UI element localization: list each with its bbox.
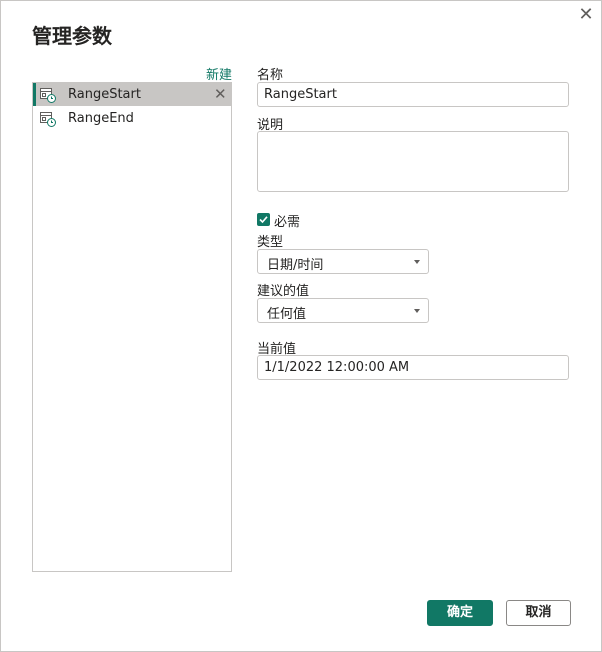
list-item-rangeend[interactable]: RangeEnd bbox=[33, 107, 231, 130]
manage-parameters-dialog: 管理参数 ✕ 新建 RangeStart ✕ RangeEnd 名称 Range… bbox=[0, 0, 602, 652]
type-dropdown[interactable]: 日期/时间 bbox=[257, 249, 429, 274]
parameter-icon bbox=[40, 112, 56, 127]
ok-button[interactable]: 确定 bbox=[427, 600, 493, 626]
current-value-input[interactable]: 1/1/2022 12:00:00 AM bbox=[257, 355, 569, 380]
description-textarea[interactable] bbox=[257, 131, 569, 192]
chevron-down-icon bbox=[414, 309, 420, 313]
name-input[interactable]: RangeStart bbox=[257, 82, 569, 107]
required-label: 必需 bbox=[274, 215, 301, 230]
name-input-value: RangeStart bbox=[264, 87, 337, 102]
suggested-values-dropdown-value: 任何值 bbox=[267, 307, 307, 322]
new-parameter-link[interactable]: 新建 bbox=[206, 64, 232, 83]
parameter-list: RangeStart ✕ RangeEnd bbox=[32, 82, 232, 572]
type-label: 类型 bbox=[257, 235, 284, 250]
checkmark-icon bbox=[259, 216, 268, 224]
type-dropdown-value: 日期/时间 bbox=[267, 258, 324, 273]
close-icon[interactable]: ✕ bbox=[576, 5, 596, 25]
suggested-values-dropdown[interactable]: 任何值 bbox=[257, 298, 429, 323]
cancel-button[interactable]: 取消 bbox=[506, 600, 571, 626]
list-item-label: RangeStart bbox=[68, 87, 141, 102]
dialog-title: 管理参数 bbox=[32, 24, 112, 48]
name-label: 名称 bbox=[257, 68, 284, 83]
current-value-text: 1/1/2022 12:00:00 AM bbox=[264, 360, 410, 375]
list-item-label: RangeEnd bbox=[68, 111, 134, 126]
suggested-values-label: 建议的值 bbox=[257, 284, 310, 299]
list-item-rangestart[interactable]: RangeStart ✕ bbox=[33, 83, 231, 106]
required-checkbox[interactable] bbox=[257, 213, 270, 226]
parameter-icon bbox=[40, 88, 56, 103]
remove-parameter-icon[interactable]: ✕ bbox=[214, 83, 227, 106]
chevron-down-icon bbox=[414, 260, 420, 264]
